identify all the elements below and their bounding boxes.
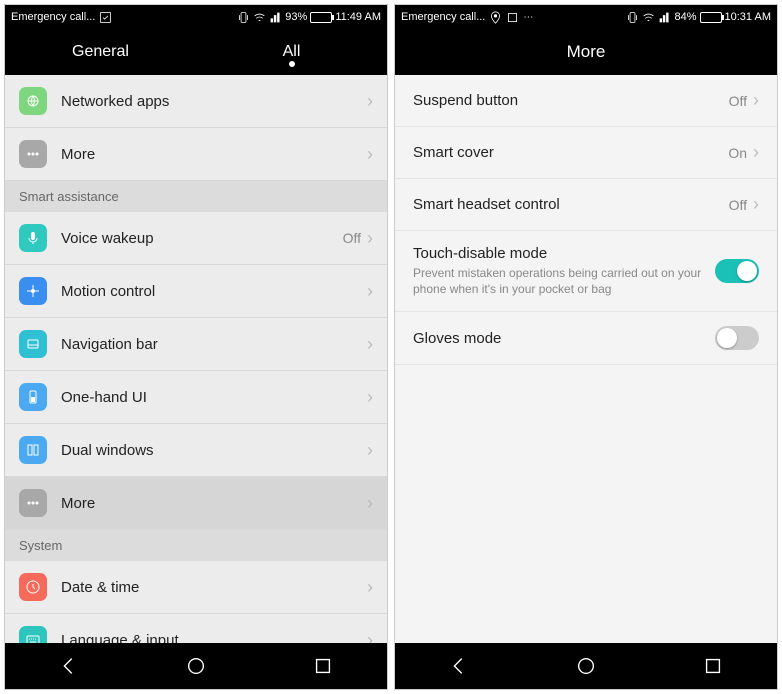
row-value: Off xyxy=(729,197,747,213)
row-label: Touch-disable mode xyxy=(413,245,715,262)
row-networked-apps[interactable]: Networked apps › xyxy=(5,75,387,128)
tab-general[interactable]: General xyxy=(5,33,196,71)
title-bar: More xyxy=(395,29,777,75)
motion-control-icon xyxy=(19,277,47,305)
row-label: Navigation bar xyxy=(61,336,367,353)
row-label: Date & time xyxy=(61,579,367,596)
row-label: Dual windows xyxy=(61,442,367,459)
nav-recent-button[interactable] xyxy=(309,652,337,680)
row-dual-windows[interactable]: Dual windows › xyxy=(5,424,387,477)
signal-icon xyxy=(269,11,282,24)
row-label: Suspend button xyxy=(413,92,729,109)
row-more-1[interactable]: More › xyxy=(5,128,387,181)
location-icon xyxy=(489,11,502,24)
row-more-2[interactable]: More › xyxy=(5,477,387,530)
battery-pct: 84% xyxy=(674,11,696,23)
chevron-right-icon: › xyxy=(367,281,373,302)
row-one-hand-ui[interactable]: One-hand UI › xyxy=(5,371,387,424)
more-icon xyxy=(19,140,47,168)
phone-left: Emergency call... 93% 11:49 AM General A… xyxy=(4,4,388,690)
row-subtitle: Prevent mistaken operations being carrie… xyxy=(413,266,715,297)
one-hand-ui-icon xyxy=(19,383,47,411)
touch-disable-toggle[interactable] xyxy=(715,259,759,283)
wifi-icon xyxy=(642,11,655,24)
tab-all[interactable]: All xyxy=(196,33,387,71)
row-label: Motion control xyxy=(61,283,367,300)
row-suspend-button[interactable]: Suspend button Off › xyxy=(395,75,777,127)
nav-back-button[interactable] xyxy=(445,652,473,680)
chevron-right-icon: › xyxy=(367,387,373,408)
row-label: Smart cover xyxy=(413,144,728,161)
row-language-input[interactable]: Language & input › xyxy=(5,614,387,643)
notification-icon xyxy=(99,11,112,24)
voice-wakeup-icon xyxy=(19,224,47,252)
page-title: More xyxy=(567,42,606,62)
row-touch-disable[interactable]: Touch-disable mode Prevent mistaken oper… xyxy=(395,231,777,312)
chevron-right-icon: › xyxy=(367,577,373,598)
row-smart-headset[interactable]: Smart headset control Off › xyxy=(395,179,777,231)
vibrate-icon xyxy=(237,11,250,24)
nav-bar xyxy=(395,643,777,689)
signal-icon xyxy=(658,11,671,24)
carrier-label: Emergency call... xyxy=(401,11,485,23)
chevron-right-icon: › xyxy=(367,144,373,165)
nav-recent-button[interactable] xyxy=(699,652,727,680)
phone-right: Emergency call... ⋯ 84% 10:31 AM More Su… xyxy=(394,4,778,690)
chevron-right-icon: › xyxy=(367,334,373,355)
row-label: Gloves mode xyxy=(413,330,715,347)
wifi-icon xyxy=(253,11,266,24)
row-label: Voice wakeup xyxy=(61,230,343,247)
clock: 10:31 AM xyxy=(725,11,771,23)
chevron-right-icon: › xyxy=(367,228,373,249)
chevron-right-icon: › xyxy=(753,194,759,215)
more-dots-icon: ⋯ xyxy=(523,12,533,23)
nav-home-button[interactable] xyxy=(182,652,210,680)
row-value: On xyxy=(728,145,747,161)
gloves-mode-toggle[interactable] xyxy=(715,326,759,350)
row-label: More xyxy=(61,146,367,163)
status-bar: Emergency call... ⋯ 84% 10:31 AM xyxy=(395,5,777,29)
vibrate-icon xyxy=(626,11,639,24)
tab-bar: General All xyxy=(5,29,387,75)
chevron-right-icon: › xyxy=(367,91,373,112)
battery-icon xyxy=(310,12,332,23)
row-value: Off xyxy=(729,93,747,109)
date-time-icon xyxy=(19,573,47,601)
nav-home-button[interactable] xyxy=(572,652,600,680)
settings-list[interactable]: Networked apps › More › Smart assistance… xyxy=(5,75,387,643)
networked-apps-icon xyxy=(19,87,47,115)
row-voice-wakeup[interactable]: Voice wakeup Off › xyxy=(5,212,387,265)
battery-icon xyxy=(700,12,722,23)
section-smart-assistance: Smart assistance xyxy=(5,181,387,212)
chevron-right-icon: › xyxy=(367,440,373,461)
row-smart-cover[interactable]: Smart cover On › xyxy=(395,127,777,179)
clock: 11:49 AM xyxy=(335,11,381,23)
section-system: System xyxy=(5,530,387,561)
chevron-right-icon: › xyxy=(367,630,373,644)
chevron-right-icon: › xyxy=(753,142,759,163)
row-label: Language & input xyxy=(61,632,367,644)
row-navigation-bar[interactable]: Navigation bar › xyxy=(5,318,387,371)
row-label: One-hand UI xyxy=(61,389,367,406)
row-gloves-mode[interactable]: Gloves mode xyxy=(395,312,777,365)
row-label: More xyxy=(61,495,367,512)
more-icon xyxy=(19,489,47,517)
row-date-time[interactable]: Date & time › xyxy=(5,561,387,614)
status-bar: Emergency call... 93% 11:49 AM xyxy=(5,5,387,29)
language-input-icon xyxy=(19,626,47,643)
row-label: Networked apps xyxy=(61,93,367,110)
dual-windows-icon xyxy=(19,436,47,464)
carrier-label: Emergency call... xyxy=(11,11,95,23)
row-label: Smart headset control xyxy=(413,196,729,213)
chevron-right-icon: › xyxy=(367,493,373,514)
battery-pct: 93% xyxy=(285,11,307,23)
nav-bar xyxy=(5,643,387,689)
row-value: Off xyxy=(343,230,361,246)
row-motion-control[interactable]: Motion control › xyxy=(5,265,387,318)
navigation-bar-icon xyxy=(19,330,47,358)
screenshot-icon xyxy=(506,11,519,24)
more-settings-list[interactable]: Suspend button Off › Smart cover On › Sm… xyxy=(395,75,777,643)
nav-back-button[interactable] xyxy=(55,652,83,680)
chevron-right-icon: › xyxy=(753,90,759,111)
